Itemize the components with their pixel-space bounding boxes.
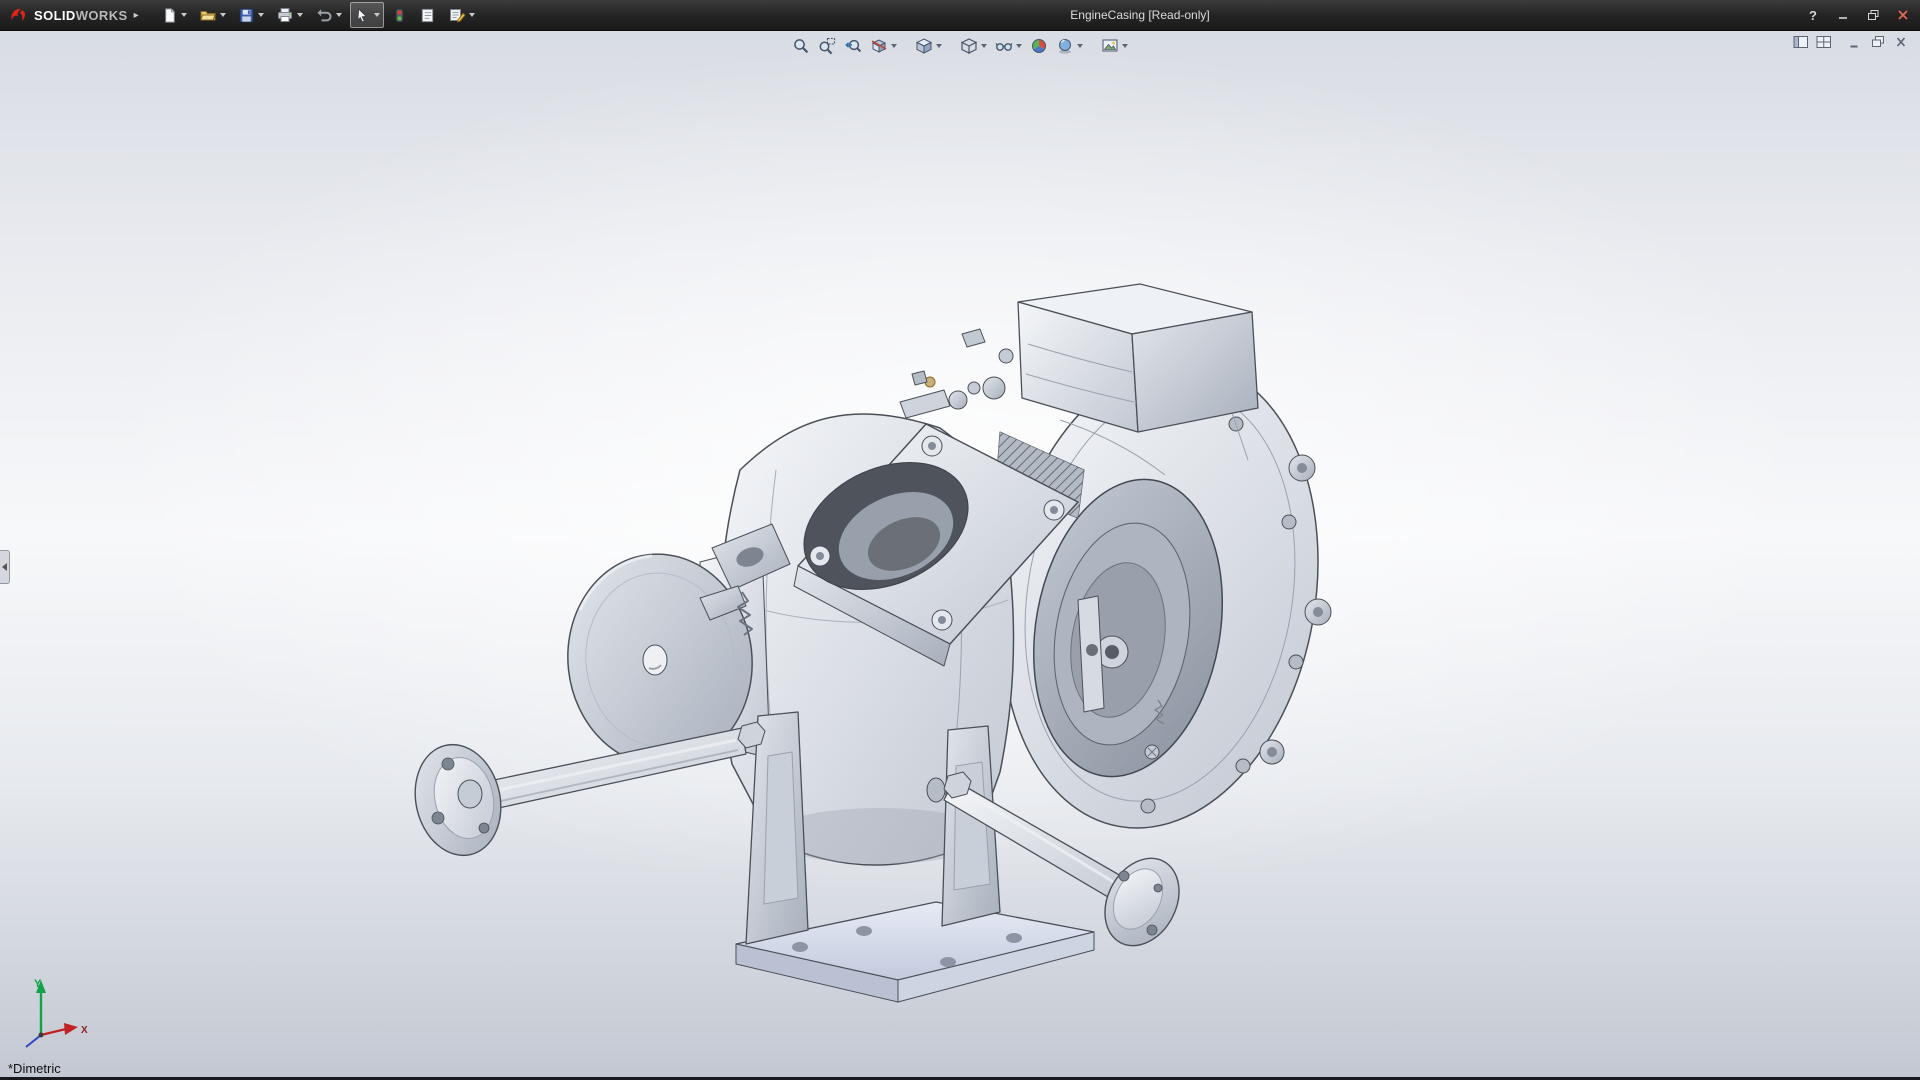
file-properties-icon (419, 7, 436, 24)
triad-y-label: Y (34, 978, 42, 990)
heads-up-view-toolbar (789, 34, 1131, 58)
toolbar-separator (947, 46, 955, 47)
dropdown-caret-icon[interactable] (258, 13, 264, 17)
minimize-icon (1837, 9, 1849, 21)
view-orientation-icon (915, 37, 933, 55)
rebuild-button[interactable] (388, 2, 411, 28)
dropdown-caret-icon[interactable] (891, 44, 897, 48)
task-pane-toggle[interactable] (0, 550, 10, 584)
hide-show-items-icon (995, 37, 1013, 55)
minimize-button[interactable] (1834, 5, 1852, 25)
split-view-button[interactable] (1815, 35, 1833, 53)
close-button[interactable] (1894, 5, 1912, 25)
new-file-icon (161, 7, 178, 24)
brand-wordmark: SOLIDWORKS (34, 8, 128, 23)
chevron-left-icon (2, 563, 7, 571)
graphics-area[interactable]: Y X *Dimetric (0, 30, 1920, 1080)
triad-x-label: X (81, 1025, 88, 1036)
hide-show-items-button[interactable] (992, 34, 1025, 58)
display-style-button[interactable] (957, 34, 990, 58)
options-icon (448, 6, 466, 24)
window-controls: ? (1804, 0, 1912, 30)
title-bar: SOLIDWORKS ▸ EngineCasing [Read-only] ? (0, 0, 1920, 31)
close-icon (1897, 9, 1909, 21)
orientation-label: *Dimetric (8, 1061, 61, 1076)
restore-doc-button[interactable] (1869, 35, 1887, 53)
dropdown-caret-icon[interactable] (374, 13, 380, 17)
viewport-layout-button[interactable] (1792, 35, 1810, 53)
display-style-icon (960, 37, 978, 55)
maximize-button[interactable] (1864, 5, 1882, 25)
view-settings-button[interactable] (1098, 34, 1131, 58)
part-cylinder-block[interactable] (962, 284, 1258, 432)
help-button[interactable]: ? (1804, 5, 1822, 25)
toolbar-separator (902, 46, 910, 47)
dropdown-caret-icon[interactable] (1122, 44, 1128, 48)
part-throttle-linkage[interactable] (900, 371, 980, 418)
save-icon (238, 7, 255, 24)
dropdown-caret-icon[interactable] (936, 44, 942, 48)
viewport-layout-icon (1793, 35, 1809, 54)
select-icon (354, 7, 371, 24)
section-view-icon (870, 37, 888, 55)
previous-view-icon (844, 37, 862, 55)
zoom-to-fit-button[interactable] (789, 34, 813, 58)
window-title: EngineCasing [Read-only] (1070, 0, 1209, 30)
new-file-button[interactable] (157, 2, 191, 28)
dropdown-caret-icon[interactable] (1077, 44, 1083, 48)
open-file-icon (199, 6, 217, 24)
quick-access-toolbar (157, 2, 479, 28)
select-button[interactable] (350, 2, 384, 28)
part-support-rod-left[interactable] (404, 722, 765, 864)
close-doc-icon (1893, 35, 1909, 54)
minimize-doc-button[interactable] (1846, 35, 1864, 53)
dropdown-caret-icon[interactable] (220, 13, 226, 17)
toolbar-separator (1088, 46, 1096, 47)
dropdown-caret-icon[interactable] (1016, 44, 1022, 48)
apply-scene-button[interactable] (1053, 34, 1086, 58)
file-properties-button[interactable] (415, 2, 440, 28)
dropdown-caret-icon[interactable] (336, 13, 342, 17)
previous-view-button[interactable] (841, 34, 865, 58)
minimize-doc-icon (1847, 35, 1863, 54)
rebuild-icon (392, 7, 407, 24)
ds-logo-icon (8, 6, 28, 24)
close-doc-button[interactable] (1892, 35, 1910, 53)
dropdown-caret-icon[interactable] (469, 13, 475, 17)
apply-scene-icon (1056, 37, 1074, 55)
print-icon (276, 6, 294, 24)
print-button[interactable] (272, 2, 307, 28)
help-icon: ? (1809, 8, 1817, 23)
document-window-controls (1792, 35, 1910, 53)
zoom-to-area-button[interactable] (815, 34, 839, 58)
dropdown-caret-icon[interactable] (297, 13, 303, 17)
edit-appearance-button[interactable] (1027, 34, 1051, 58)
model-engine-casing[interactable] (0, 30, 1920, 1080)
undo-button[interactable] (311, 2, 346, 28)
view-settings-icon (1101, 37, 1119, 55)
view-orientation-button[interactable] (912, 34, 945, 58)
restore-icon (1867, 9, 1880, 21)
orientation-triad: Y X (2, 973, 102, 1068)
options-button[interactable] (444, 2, 479, 28)
zoom-to-area-icon (818, 37, 836, 55)
open-file-button[interactable] (195, 2, 230, 28)
toolbar-overflow-chevron-icon[interactable]: ▸ (134, 10, 139, 21)
solidworks-brand: SOLIDWORKS (0, 6, 134, 24)
split-view-icon (1816, 35, 1832, 54)
undo-icon (315, 6, 333, 24)
zoom-to-fit-icon (792, 37, 810, 55)
dropdown-caret-icon[interactable] (181, 13, 187, 17)
section-view-button[interactable] (867, 34, 900, 58)
save-button[interactable] (234, 2, 268, 28)
edit-appearance-icon (1030, 37, 1048, 55)
dropdown-caret-icon[interactable] (981, 44, 987, 48)
restore-doc-icon (1870, 35, 1886, 54)
